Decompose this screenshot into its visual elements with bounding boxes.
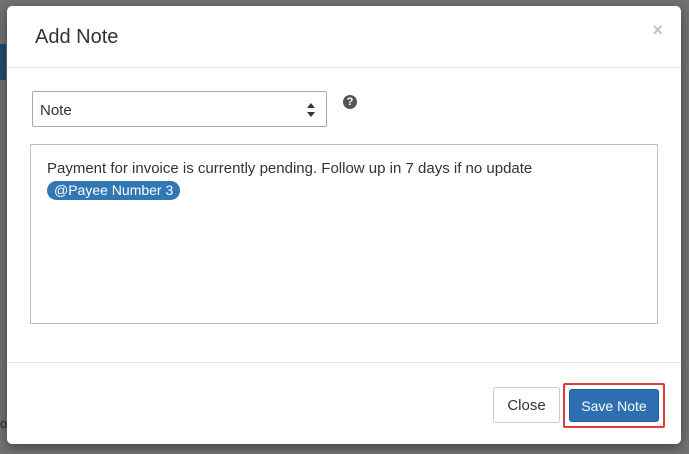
note-text: Payment for invoice is currently pending… xyxy=(47,160,533,177)
mention-tag[interactable]: @Payee Number 3 xyxy=(47,181,181,200)
save-button-highlight: Save Note xyxy=(563,383,665,428)
modal-title: Add Note xyxy=(35,26,119,48)
close-button[interactable]: Close xyxy=(493,387,560,423)
background-header-strip xyxy=(0,44,6,80)
close-icon[interactable]: × xyxy=(652,20,663,40)
note-type-select[interactable]: Note xyxy=(32,91,327,127)
modal-footer: Close Save Note xyxy=(7,362,681,444)
add-note-modal: Add Note × Note ? Payment for invoice is… xyxy=(7,6,681,444)
note-textarea[interactable]: Payment for invoice is currently pending… xyxy=(30,144,658,324)
note-type-selected-value: Note xyxy=(40,102,72,119)
help-icon[interactable]: ? xyxy=(343,95,357,109)
select-arrows-icon xyxy=(307,103,315,117)
modal-header: Add Note × xyxy=(7,6,681,68)
save-note-button[interactable]: Save Note xyxy=(569,389,659,422)
